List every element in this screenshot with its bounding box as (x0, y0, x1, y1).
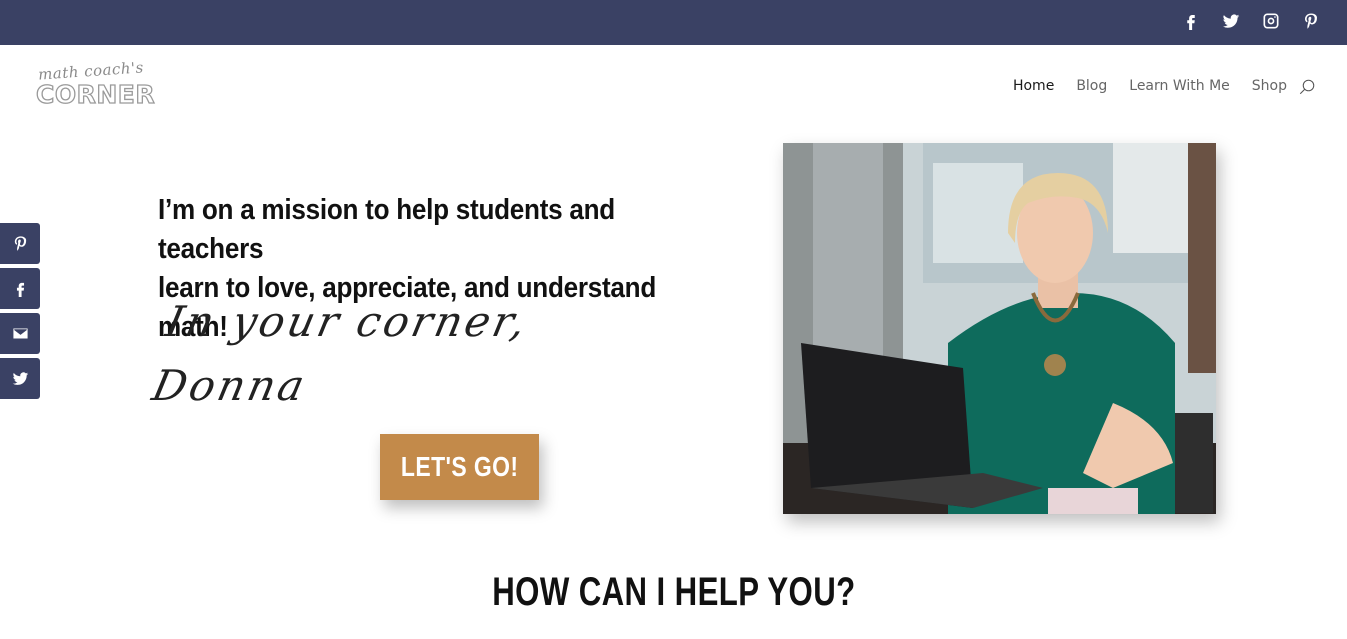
share-twitter-button[interactable] (0, 358, 40, 399)
nav-item-home[interactable]: Home (1013, 78, 1054, 94)
hero-photo (783, 143, 1216, 514)
nav-item-blog[interactable]: Blog (1076, 78, 1107, 94)
main-nav: Home Blog Learn With Me Shop (1013, 78, 1287, 94)
pinterest-icon (14, 236, 26, 251)
lets-go-button-label: LET'S GO! (400, 451, 519, 482)
help-heading-text: HOW CAN I HELP YOU? (491, 570, 856, 614)
email-icon (12, 328, 28, 339)
woman-with-laptop-image (783, 143, 1216, 514)
mission-line-1: I’m on a mission to help students and te… (158, 194, 615, 265)
signature-line-2: Donna (148, 361, 312, 410)
facebook-icon (16, 282, 24, 297)
instagram-icon[interactable] (1260, 8, 1282, 34)
side-share-bar (0, 223, 40, 399)
facebook-icon[interactable] (1180, 8, 1202, 34)
top-bar (0, 0, 1347, 45)
header-social-links (1180, 8, 1322, 34)
pinterest-icon[interactable] (1300, 8, 1322, 34)
search-icon[interactable] (1298, 78, 1316, 96)
twitter-icon (12, 372, 28, 385)
nav-item-learn-with-me[interactable]: Learn With Me (1129, 78, 1230, 94)
section-heading: HOW CAN I HELP YOU? (0, 570, 1347, 615)
site-logo[interactable]: math coach's CORNER (35, 58, 162, 112)
signature-line-1: In your corner, (161, 297, 534, 346)
logo-main-text: CORNER (35, 79, 156, 109)
share-email-button[interactable] (0, 313, 40, 354)
twitter-icon[interactable] (1220, 8, 1242, 34)
lets-go-button[interactable]: LET'S GO! (380, 434, 539, 500)
signature: In your corner, Donna (146, 290, 534, 418)
share-pinterest-button[interactable] (0, 223, 40, 264)
nav-item-shop[interactable]: Shop (1252, 78, 1287, 94)
share-facebook-button[interactable] (0, 268, 40, 309)
